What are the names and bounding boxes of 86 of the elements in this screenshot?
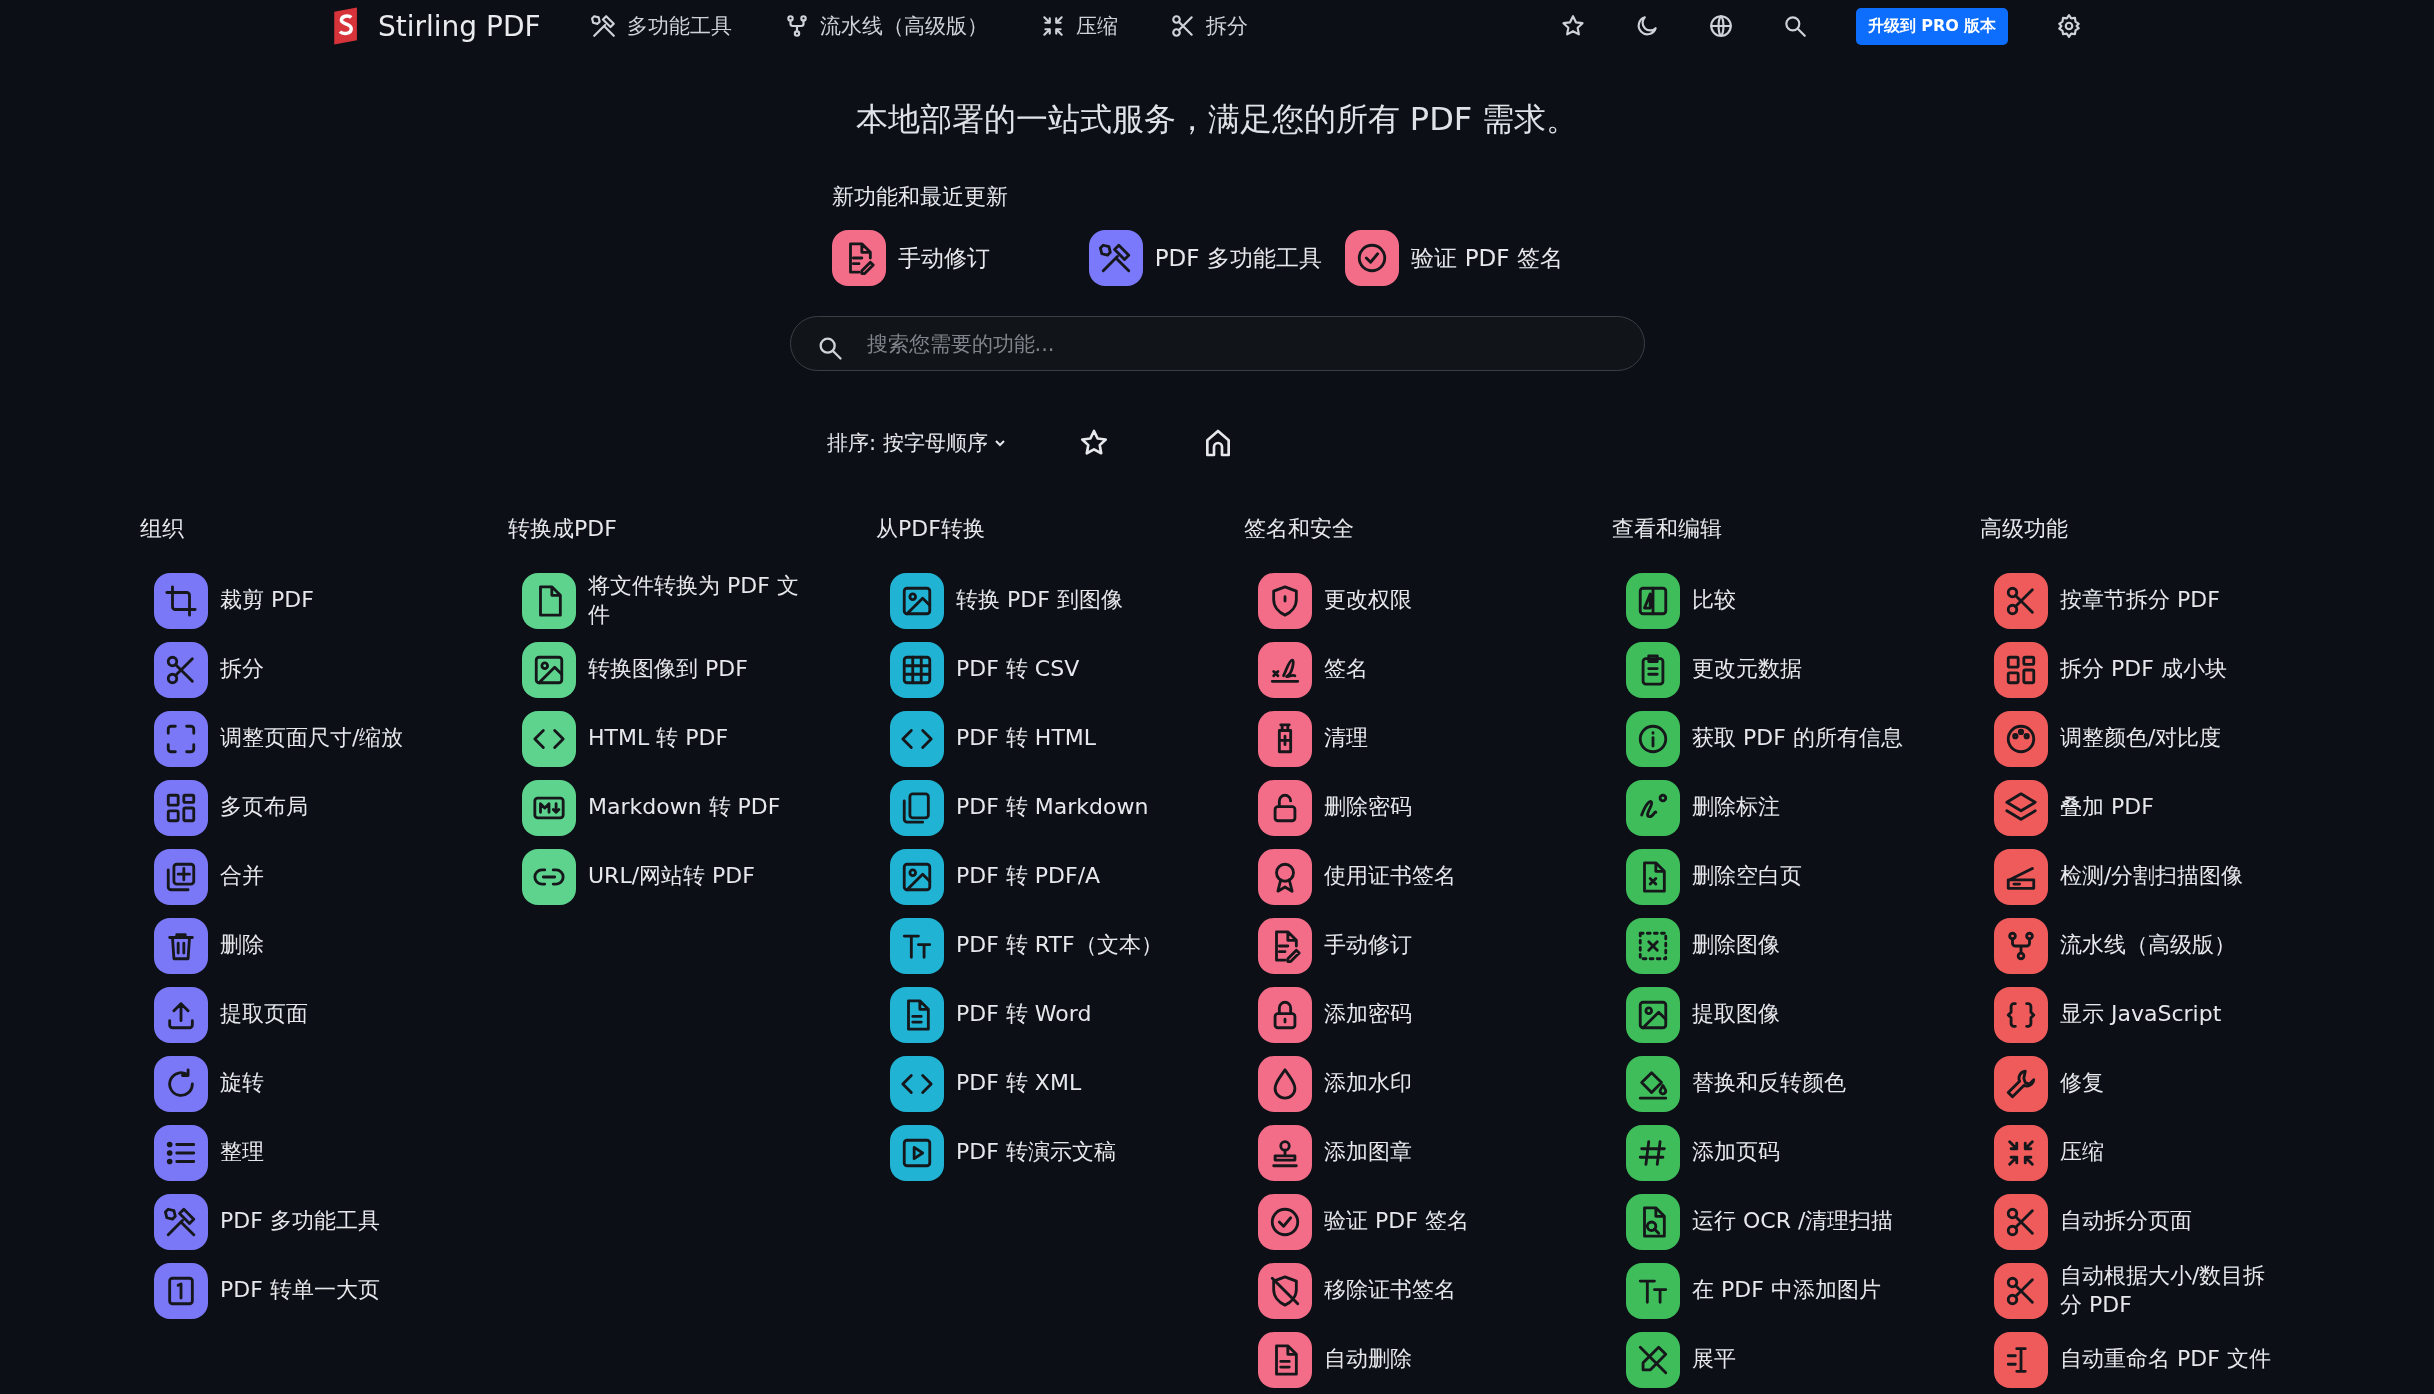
tool-link[interactable]: 多页布局 — [140, 773, 508, 842]
tool-link[interactable]: PDF 转 PDF/A — [876, 842, 1244, 911]
tool-link[interactable]: 删除密码 — [1244, 773, 1612, 842]
nav-link[interactable]: 多功能工具 — [590, 12, 732, 41]
tool-link[interactable]: 更改元数据 — [1612, 635, 1980, 704]
tool-link[interactable]: 替换和反转颜色 — [1612, 1049, 1980, 1118]
tool-link[interactable]: 叠加 PDF — [1980, 773, 2348, 842]
tool-link[interactable]: 自动根据大小/数目拆分 PDF — [1980, 1256, 2348, 1325]
tool-link[interactable]: PDF 转 HTML — [876, 704, 1244, 773]
tool-link[interactable]: URL/网站转 PDF — [508, 842, 876, 911]
tool-link[interactable]: 清理 — [1244, 704, 1612, 773]
globe-icon[interactable] — [1707, 13, 1734, 40]
tool-link[interactable]: 拆分 — [140, 635, 508, 704]
tool-link[interactable]: 运行 OCR /清理扫描 — [1612, 1187, 1980, 1256]
tool-link[interactable]: 拆分 PDF 成小块 — [1980, 635, 2348, 704]
tool-link[interactable]: 更改权限 — [1244, 566, 1612, 635]
tool-link[interactable]: 流水线（高级版） — [1980, 911, 2348, 980]
tool-link[interactable]: 裁剪 PDF — [140, 566, 508, 635]
search-field[interactable]: 搜索您需要的功能... — [789, 316, 1645, 371]
tool-link[interactable]: 提取页面 — [140, 980, 508, 1049]
tool-link[interactable]: 调整页面尺寸/缩放 — [140, 704, 508, 773]
tool-link[interactable]: 提取图像 — [1612, 980, 1980, 1049]
tool-link[interactable]: HTML 转 PDF — [508, 704, 876, 773]
tool-link[interactable]: PDF 转单一大页 — [140, 1256, 508, 1325]
tool-link[interactable]: 签名 — [1244, 635, 1612, 704]
settings-icon[interactable] — [2056, 13, 2083, 40]
nav-link[interactable]: 压缩 — [1039, 12, 1118, 41]
tool-link[interactable]: 修复 — [1980, 1049, 2348, 1118]
tool-link[interactable]: 删除空白页 — [1612, 842, 1980, 911]
crop-icon — [164, 583, 198, 618]
tool-link[interactable]: 在 PDF 中添加图片 — [1612, 1256, 1980, 1325]
category-heading: 转换成PDF — [508, 515, 618, 543]
tool-link[interactable]: 压缩 — [1980, 1118, 2348, 1187]
tool-link[interactable]: 删除标注 — [1612, 773, 1980, 842]
tool-link[interactable]: PDF 转 Word — [876, 980, 1244, 1049]
tool-link[interactable]: 调整颜色/对比度 — [1980, 704, 2348, 773]
tool-link[interactable]: 整理 — [140, 1118, 508, 1187]
sort-dropdown[interactable]: 排序: 按字母顺序 — [827, 429, 1008, 457]
tool-link[interactable]: 删除 — [140, 911, 508, 980]
tool-link[interactable]: PDF 转 CSV — [876, 635, 1244, 704]
tool-link[interactable]: 移除证书签名 — [1244, 1256, 1612, 1325]
category-heading: 从PDF转换 — [876, 515, 986, 543]
tool-link[interactable]: 添加页码 — [1612, 1118, 1980, 1187]
feature-link[interactable]: 手动修订 — [832, 230, 1089, 287]
feature-link[interactable]: PDF 多功能工具 — [1088, 230, 1346, 287]
upgrade-button[interactable]: 升级到 PRO 版本 — [1855, 7, 2009, 45]
tool-link[interactable]: Markdown 转 PDF — [508, 773, 876, 842]
tool-link[interactable]: 按章节拆分 PDF — [1980, 566, 2348, 635]
tool-link[interactable]: 获取 PDF 的所有信息 — [1612, 704, 1980, 773]
scissors-icon — [1169, 13, 1196, 40]
tool-link[interactable]: PDF 转 RTF（文本） — [876, 911, 1244, 980]
tool-link[interactable]: 转换图像到 PDF — [508, 635, 876, 704]
tool-link[interactable]: 使用证书签名 — [1244, 842, 1612, 911]
category-heading: 组织 — [140, 515, 185, 543]
tool-link[interactable]: 添加图章 — [1244, 1118, 1612, 1187]
feature-link[interactable]: 验证 PDF 签名 — [1345, 230, 1602, 287]
tool-link[interactable]: 自动重命名 PDF 文件 — [1980, 1325, 2348, 1394]
tool-link[interactable]: PDF 转 XML — [876, 1049, 1244, 1118]
tool-link[interactable]: 添加水印 — [1244, 1049, 1612, 1118]
nav-link[interactable]: 拆分 — [1169, 12, 1248, 41]
category-heading: 查看和编辑 — [1612, 515, 1723, 543]
tool-link[interactable]: 合并 — [140, 842, 508, 911]
tool-link[interactable]: 自动拆分页面 — [1980, 1187, 2348, 1256]
tool-link[interactable]: PDF 多功能工具 — [140, 1187, 508, 1256]
tool-link[interactable]: 检测/分割扫描图像 — [1980, 842, 2348, 911]
category-heading: 签名和安全 — [1244, 515, 1355, 543]
tool-link[interactable]: 将文件转换为 PDF 文件 — [508, 566, 876, 635]
tool-link[interactable]: 删除图像 — [1612, 911, 1980, 980]
tool-link[interactable]: 转换 PDF 到图像 — [876, 566, 1244, 635]
tool-link[interactable]: PDF 转 Markdown — [876, 773, 1244, 842]
category-heading: 高级功能 — [1980, 515, 2069, 543]
shield-slash-icon — [1268, 1273, 1302, 1308]
tool-link[interactable]: 展平 — [1612, 1325, 1980, 1394]
tool-link[interactable]: 显示 JavaScript — [1980, 980, 2348, 1049]
tool-link[interactable]: 添加密码 — [1244, 980, 1612, 1049]
tool-link[interactable]: PDF 转演示文稿 — [876, 1118, 1244, 1187]
section-title: 新功能和最近更新 — [832, 183, 1009, 212]
tool-link[interactable]: 自动删除 — [1244, 1325, 1612, 1394]
tool-link[interactable]: 验证 PDF 签名 — [1244, 1187, 1612, 1256]
tools-icon — [590, 13, 617, 40]
tool-link[interactable]: 比较 — [1612, 566, 1980, 635]
nav-link[interactable]: 流水线（高级版） — [783, 12, 988, 41]
brand-name[interactable]: Stirling PDF — [378, 9, 541, 43]
headline: 本地部署的一站式服务，满足您的所有 PDF 需求。 — [855, 99, 1579, 141]
tool-link[interactable]: 手动修订 — [1244, 911, 1612, 980]
tool-link[interactable]: 旋转 — [140, 1049, 508, 1118]
